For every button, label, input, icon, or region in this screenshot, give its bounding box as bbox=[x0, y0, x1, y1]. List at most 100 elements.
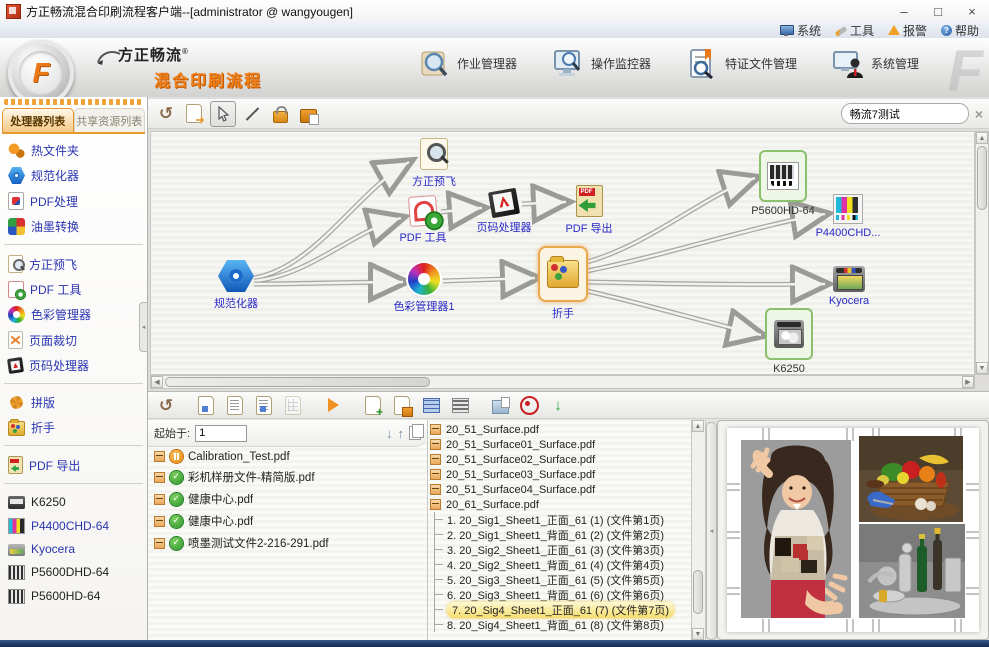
workflow-close-button[interactable]: × bbox=[975, 106, 983, 122]
menu-system[interactable]: 系统 bbox=[780, 22, 821, 39]
sidebar-item-normalizer[interactable]: 规范化器 bbox=[0, 163, 147, 188]
stop-button[interactable] bbox=[517, 393, 541, 417]
sidebar-item-kyocera[interactable]: Kyocera bbox=[0, 538, 147, 560]
menu-alarm[interactable]: 报警 bbox=[888, 22, 927, 39]
expander-icon[interactable] bbox=[430, 424, 441, 435]
tab-processor-list[interactable]: 处理器列表 bbox=[2, 108, 74, 132]
page-row[interactable]: 5. 20_Sig3_Sheet1_正面_61 (5) (文件第5页) bbox=[435, 572, 691, 587]
expander-icon[interactable] bbox=[154, 516, 165, 527]
operation-monitor-button[interactable]: 操作监控器 bbox=[551, 46, 651, 80]
expander-icon[interactable] bbox=[154, 472, 165, 483]
tab-shared-resources[interactable]: 共享资源列表 bbox=[74, 108, 146, 132]
close-button[interactable]: × bbox=[955, 1, 989, 21]
expander-icon[interactable] bbox=[430, 484, 441, 495]
run-job-button[interactable] bbox=[321, 393, 345, 417]
sidebar-item-p4400chd-64[interactable]: P4400CHD-64 bbox=[0, 513, 147, 538]
job-row-calibration[interactable]: Calibration_Test.pdf bbox=[148, 447, 427, 466]
new-workflow-button[interactable] bbox=[182, 102, 206, 126]
job-row-sample[interactable]: 彩机样册文件-精简版.pdf bbox=[148, 466, 427, 488]
sidebar-item-impose[interactable]: 拼版 bbox=[0, 390, 147, 415]
sidebar-item-preflight[interactable]: 方正预飞 bbox=[0, 251, 147, 277]
menu-help[interactable]: ? 帮助 bbox=[941, 22, 979, 39]
sidebar-item-fold[interactable]: 折手 bbox=[0, 415, 147, 440]
page-row[interactable]: 8. 20_Sig4_Sheet1_背面_61 (8) (文件第8页) bbox=[435, 617, 691, 632]
workflow-canvas[interactable]: 规范化器 方正预飞 PDF 工具 页码处理器 PDF 导出 色彩管理器1 折手 … bbox=[150, 131, 975, 375]
expander-icon[interactable] bbox=[154, 538, 165, 549]
move-up-icon[interactable]: ↑ bbox=[398, 427, 405, 440]
maximize-button[interactable]: □ bbox=[921, 1, 955, 21]
scroll-up-icon[interactable]: ▲ bbox=[976, 132, 988, 144]
expander-icon[interactable] bbox=[154, 451, 165, 462]
sidebar-item-color-manager[interactable]: 色彩管理器 bbox=[0, 302, 147, 327]
page-row[interactable]: 4. 20_Sig2_Sheet1_背面_61 (4) (文件第4页) bbox=[435, 557, 691, 572]
save-workflow-button[interactable] bbox=[296, 102, 320, 126]
download-button[interactable]: ↓ bbox=[546, 393, 570, 417]
table-view-button[interactable] bbox=[419, 393, 443, 417]
sidebar-item-page-number[interactable]: 页码处理器 bbox=[0, 353, 147, 378]
sidebar-item-p5600hd-64[interactable]: P5600HD-64 bbox=[0, 584, 147, 608]
node-kyocera[interactable]: Kyocera bbox=[817, 266, 881, 307]
list-view-button[interactable] bbox=[448, 393, 472, 417]
preview-splitter-handle[interactable]: ◂ bbox=[706, 422, 717, 640]
job-row-health1[interactable]: 健康中心.pdf bbox=[148, 488, 427, 510]
scroll-down-icon[interactable]: ▼ bbox=[976, 362, 988, 374]
sidebar-item-ink-convert[interactable]: 油墨转换 bbox=[0, 214, 147, 239]
node-normalizer[interactable]: 规范化器 bbox=[204, 260, 268, 311]
expander-icon[interactable] bbox=[430, 439, 441, 450]
page-row[interactable]: 6. 20_Sig3_Sheet1_背面_61 (6) (文件第6页) bbox=[435, 587, 691, 602]
view-mixed-button[interactable] bbox=[252, 393, 276, 417]
scrollbar-thumb[interactable] bbox=[693, 570, 703, 614]
surface-row[interactable]: 20_61_Surface.pdf bbox=[430, 497, 691, 512]
workflow-combo-input[interactable] bbox=[842, 108, 969, 120]
lock-button[interactable] bbox=[268, 102, 292, 126]
sidebar-item-pdf-export[interactable]: PDF 导出 bbox=[0, 452, 147, 478]
node-p4400chd[interactable]: P4400CHD... bbox=[816, 194, 880, 239]
expander-icon[interactable] bbox=[430, 469, 441, 480]
surface-row[interactable]: 20_51_Surface.pdf bbox=[430, 422, 691, 437]
select-tool-button[interactable] bbox=[210, 101, 236, 127]
job-row-inkjet-test[interactable]: 喷墨测试文件2-216-291.pdf bbox=[148, 532, 427, 554]
surface-row[interactable]: 20_51_Surface03_Surface.pdf bbox=[430, 467, 691, 482]
job-row-health2[interactable]: 健康中心.pdf bbox=[148, 510, 427, 532]
canvas-horizontal-scrollbar[interactable]: ◀ ▶ bbox=[150, 375, 975, 389]
scroll-right-icon[interactable]: ▶ bbox=[962, 376, 974, 388]
surface-row[interactable]: 20_51_Surface02_Surface.pdf bbox=[430, 452, 691, 467]
expander-icon[interactable] bbox=[430, 454, 441, 465]
sidebar-item-k6250[interactable]: K6250 bbox=[0, 490, 147, 513]
node-pdf-tool[interactable]: PDF 工具 bbox=[391, 196, 455, 245]
move-down-icon[interactable]: ↓ bbox=[386, 427, 393, 440]
scrollbar-thumb[interactable] bbox=[977, 146, 987, 210]
sidebar-item-pdf-tool[interactable]: PDF 工具 bbox=[0, 277, 147, 302]
view-page-button[interactable] bbox=[194, 393, 218, 417]
page-row[interactable]: 3. 20_Sig2_Sheet1_正面_61 (3) (文件第3页) bbox=[435, 542, 691, 557]
scroll-up-icon[interactable]: ▲ bbox=[692, 420, 704, 432]
sidebar-item-page-crop[interactable]: 页面裁切 bbox=[0, 327, 147, 353]
sidebar-collapse-handle[interactable]: ◂ bbox=[139, 302, 148, 352]
expander-icon[interactable] bbox=[430, 499, 441, 510]
page-row[interactable]: 1. 20_Sig1_Sheet1_正面_61 (1) (文件第1页) bbox=[435, 512, 691, 527]
node-preflight[interactable]: 方正预飞 bbox=[402, 138, 466, 189]
sidebar-item-pdf-process[interactable]: PDF处理 bbox=[0, 188, 147, 214]
copy-page-icon[interactable] bbox=[409, 426, 421, 440]
surface-row[interactable]: 20_51_Surface04_Surface.pdf bbox=[430, 482, 691, 497]
view-grid-button[interactable] bbox=[281, 393, 305, 417]
view-text-button[interactable] bbox=[223, 393, 247, 417]
add-file-button[interactable] bbox=[361, 393, 385, 417]
scroll-down-icon[interactable]: ▼ bbox=[692, 628, 704, 640]
sidebar-item-p5600dhd-64[interactable]: P5600DHD-64 bbox=[0, 560, 147, 584]
node-fold-selected[interactable]: 折手 bbox=[531, 246, 595, 321]
node-pdf-export[interactable]: PDF 导出 bbox=[557, 185, 621, 236]
scroll-left-icon[interactable]: ◀ bbox=[151, 376, 163, 388]
node-p5600hd-64[interactable]: P5600HD-64 bbox=[751, 150, 815, 217]
node-k6250[interactable]: K6250 bbox=[757, 308, 821, 375]
surface-row[interactable]: 20_51_Surface01_Surface.pdf bbox=[430, 437, 691, 452]
page-row-selected[interactable]: 7. 20_Sig4_Sheet1_正面_61 (7) (文件第7页) bbox=[435, 602, 691, 617]
job-manager-button[interactable]: 作业管理器 bbox=[417, 46, 517, 80]
start-at-input[interactable] bbox=[195, 425, 247, 442]
refresh-button[interactable]: ↺ bbox=[154, 393, 178, 417]
node-color-manager[interactable]: 色彩管理器1 bbox=[392, 263, 456, 314]
node-page-number[interactable]: 页码处理器 bbox=[472, 190, 536, 235]
expander-icon[interactable] bbox=[154, 494, 165, 505]
minimize-button[interactable]: – bbox=[887, 1, 921, 21]
surfaces-vertical-scrollbar[interactable]: ▲ ▼ bbox=[691, 420, 705, 640]
